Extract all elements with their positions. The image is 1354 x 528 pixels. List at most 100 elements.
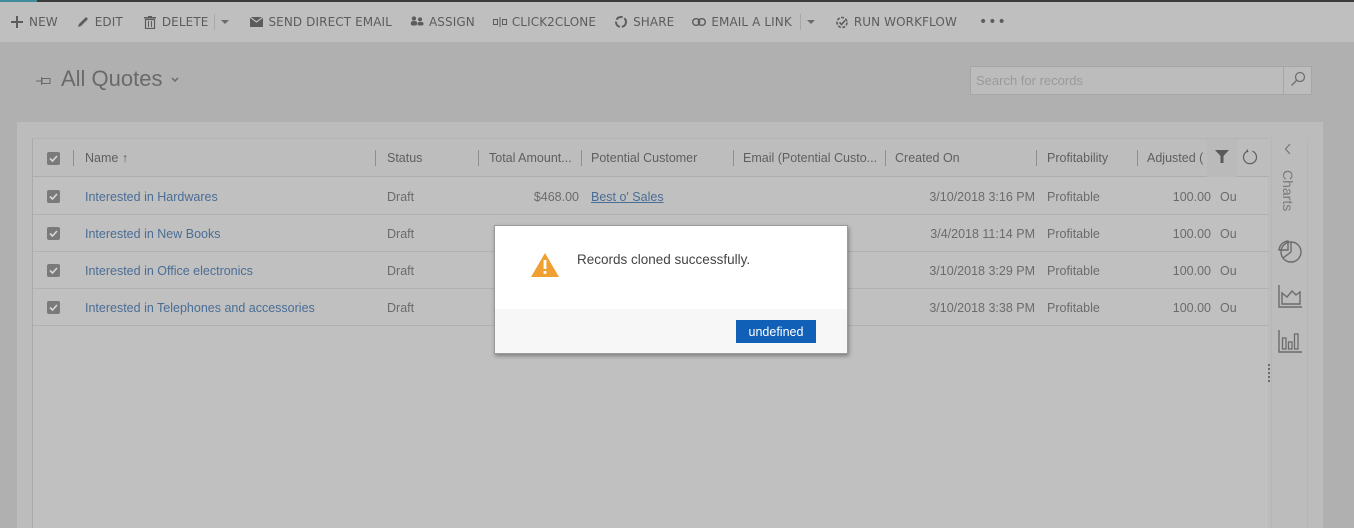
people-icon: [410, 15, 424, 29]
column-divider[interactable]: [1036, 150, 1037, 166]
row-checkbox[interactable]: [47, 178, 60, 215]
clone-icon: [492, 15, 507, 29]
column-header-total-amount[interactable]: Total Amount...: [489, 139, 581, 177]
quote-name-link[interactable]: Interested in Hardwares: [85, 178, 375, 215]
column-divider[interactable]: [73, 150, 74, 166]
column-divider[interactable]: [581, 150, 582, 166]
column-divider[interactable]: [733, 150, 734, 166]
row-checkbox[interactable]: [47, 215, 60, 252]
status-cell: Draft: [387, 263, 415, 278]
column-header-created-on[interactable]: Created On: [895, 139, 1035, 177]
new-button[interactable]: NEW: [10, 2, 58, 42]
bar-chart-icon[interactable]: [1277, 328, 1303, 358]
row-checkbox[interactable]: [47, 252, 60, 289]
new-label: NEW: [29, 15, 58, 29]
dialog-message: Records cloned successfully.: [577, 252, 751, 267]
filter-button[interactable]: [1207, 139, 1237, 177]
adjusted-cell: 100.00: [1172, 226, 1211, 241]
more-commands-button[interactable]: •••: [979, 2, 1007, 42]
chevron-left-icon[interactable]: [1284, 140, 1292, 159]
plus-icon: [10, 15, 24, 29]
column-divider[interactable]: [478, 150, 479, 166]
status-cell: Draft: [387, 300, 415, 315]
share-label: SHARE: [633, 15, 675, 29]
dialog-body: Records cloned successfully.: [495, 226, 847, 309]
chevron-down-icon[interactable]: [170, 68, 179, 87]
search-box: [970, 66, 1312, 95]
refresh-icon: [1242, 148, 1258, 168]
status-cell: Draft: [387, 189, 415, 204]
column-divider[interactable]: [375, 150, 376, 166]
created-on-cell: 3/10/2018 3:29 PM: [929, 263, 1035, 278]
charts-pane-label[interactable]: Charts: [1280, 170, 1296, 211]
pie-chart-icon[interactable]: [1277, 238, 1303, 268]
edit-button[interactable]: EDIT: [76, 2, 123, 42]
envelope-icon: [249, 15, 263, 29]
column-header-potential-customer[interactable]: Potential Customer: [591, 139, 731, 177]
potential-customer-link[interactable]: Best o' Sales: [591, 178, 664, 215]
truncated-cell: Ou: [1220, 226, 1237, 241]
column-header-email[interactable]: Email (Potential Custo...: [743, 139, 885, 177]
run-workflow-label: RUN WORKFLOW: [853, 15, 957, 29]
link-icon: [692, 15, 707, 29]
click2clone-button[interactable]: CLICK2CLONE: [492, 2, 597, 42]
column-header-status[interactable]: Status: [387, 139, 477, 177]
email-a-link-label: EMAIL A LINK: [711, 15, 792, 29]
quote-name-link[interactable]: Interested in New Books: [85, 215, 375, 252]
grid-header: Name ↑ Status Total Amount... Potential …: [33, 139, 1269, 177]
profitability-cell: Profitable: [1047, 226, 1100, 241]
delete-dropdown[interactable]: [221, 2, 230, 42]
row-checkbox[interactable]: [47, 289, 60, 326]
search-icon: [1290, 71, 1306, 91]
created-on-cell: 3/10/2018 3:38 PM: [929, 300, 1035, 315]
created-on-cell: 3/10/2018 3:16 PM: [929, 189, 1035, 204]
share-button[interactable]: SHARE: [614, 2, 674, 42]
trash-icon: [143, 15, 157, 29]
truncated-cell: Ou: [1220, 300, 1237, 315]
send-direct-email-button[interactable]: SEND DIRECT EMAIL: [249, 2, 392, 42]
assign-button[interactable]: ASSIGN: [410, 2, 475, 42]
refresh-button[interactable]: [1237, 139, 1263, 177]
chevron-down-icon: [221, 20, 230, 24]
checkbox-checked-icon: [47, 190, 60, 203]
delete-button[interactable]: DELETE: [143, 2, 209, 42]
column-header-profitability[interactable]: Profitability: [1047, 139, 1137, 177]
total-amount-cell: $468.00: [533, 189, 579, 204]
pin-icon[interactable]: [36, 70, 51, 89]
checkbox-checked-icon: [47, 301, 60, 314]
view-selector[interactable]: All Quotes: [36, 66, 179, 92]
search-button[interactable]: [1283, 67, 1311, 94]
charts-pane: Charts: [1271, 138, 1308, 528]
column-divider[interactable]: [885, 150, 886, 166]
warning-icon: [530, 252, 560, 282]
quote-name-link[interactable]: Interested in Office electronics: [85, 252, 375, 289]
assign-label: ASSIGN: [428, 15, 475, 29]
select-all-checkbox[interactable]: [47, 139, 60, 177]
checkbox-checked-icon: [47, 264, 60, 277]
chevron-down-icon: [806, 20, 815, 24]
column-divider[interactable]: [1137, 150, 1138, 166]
click2clone-label: CLICK2CLONE: [511, 15, 597, 29]
dialog-ok-button[interactable]: undefined: [736, 320, 816, 343]
truncated-cell: Ou: [1220, 263, 1237, 278]
truncated-cell: Ou: [1220, 189, 1237, 204]
search-input[interactable]: [971, 67, 1283, 94]
alert-dialog: Records cloned successfully. undefined: [494, 225, 848, 354]
page-title[interactable]: All Quotes: [61, 66, 163, 92]
email-a-link-button[interactable]: EMAIL A LINK: [692, 2, 792, 42]
created-on-cell: 3/4/2018 11:14 PM: [930, 226, 1035, 241]
area-chart-icon[interactable]: [1277, 283, 1303, 313]
table-row[interactable]: Interested in Hardwares Draft $468.00 Be…: [33, 178, 1269, 215]
edit-label: EDIT: [94, 15, 123, 29]
email-a-link-dropdown[interactable]: [806, 2, 815, 42]
dialog-footer: undefined: [495, 309, 847, 353]
quote-name-link[interactable]: Interested in Telephones and accessories: [85, 289, 375, 326]
run-workflow-button[interactable]: RUN WORKFLOW: [835, 2, 957, 42]
column-header-adjusted[interactable]: Adjusted (: [1147, 139, 1207, 177]
ellipsis-icon: •••: [978, 14, 1007, 30]
filter-icon: [1215, 150, 1229, 166]
workflow-icon: [835, 15, 849, 29]
column-header-name[interactable]: Name ↑: [85, 139, 365, 177]
adjusted-cell: 100.00: [1172, 300, 1211, 315]
profitability-cell: Profitable: [1047, 263, 1100, 278]
